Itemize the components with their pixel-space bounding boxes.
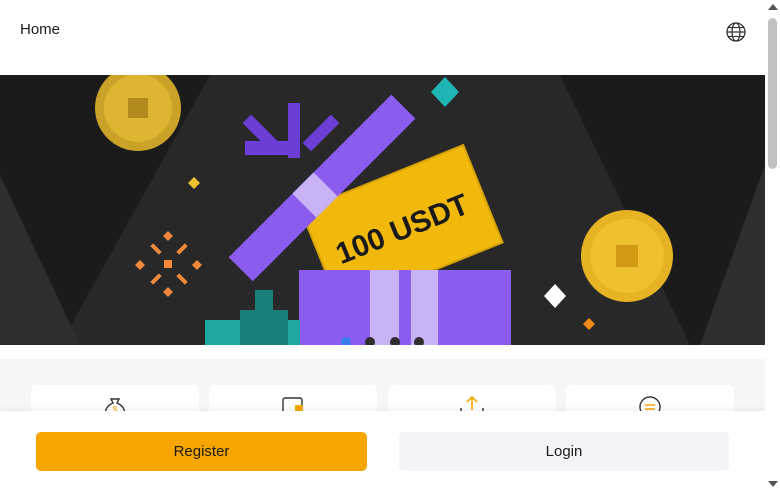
coin-icon [95, 75, 181, 151]
page-title: Home [20, 21, 61, 38]
register-button[interactable]: Register [36, 432, 367, 471]
globe-icon[interactable] [725, 21, 747, 43]
coin-icon [581, 210, 673, 302]
scroll-up-arrow-icon[interactable] [768, 4, 778, 10]
scrollbar-thumb[interactable] [768, 18, 777, 169]
header: Home [0, 0, 765, 75]
scrollbar[interactable] [765, 0, 780, 493]
promo-banner[interactable]: 100 USDT [0, 75, 765, 345]
banner-illustration: 100 USDT [0, 75, 765, 345]
scroll-down-arrow-icon[interactable] [768, 481, 778, 487]
login-button[interactable]: Login [399, 432, 729, 471]
bottom-action-bar: Register Login [0, 411, 765, 493]
section-spacer [0, 345, 765, 359]
